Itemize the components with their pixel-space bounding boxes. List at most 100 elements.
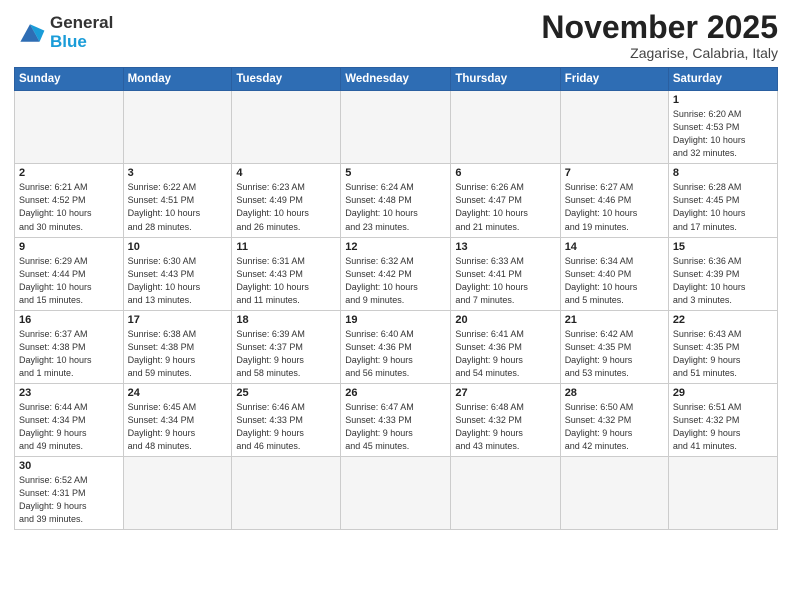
- subtitle: Zagarise, Calabria, Italy: [541, 45, 778, 61]
- calendar-cell: 28 Sunrise: 6:50 AM Sunset: 4:32 PM Dayli…: [560, 383, 668, 456]
- calendar-cell: 10Sunrise: 6:30 AM Sunset: 4:43 PM Dayli…: [123, 237, 232, 310]
- day-number: 4: [236, 167, 336, 179]
- calendar-cell: 20 Sunrise: 6:41 AM Sunset: 4:36 PM Dayli…: [451, 310, 560, 383]
- day-number: 29: [673, 387, 773, 399]
- day-number: 30: [19, 460, 119, 472]
- col-monday: Monday: [123, 68, 232, 91]
- day-info: Sunrise: 6:44 AM Sunset: 4:34 PM Dayligh…: [19, 401, 119, 453]
- calendar-cell: 26 Sunrise: 6:47 AM Sunset: 4:33 PM Dayli…: [341, 383, 451, 456]
- day-info: Sunrise: 6:46 AM Sunset: 4:33 PM Dayligh…: [236, 401, 336, 453]
- day-info: Sunrise: 6:28 AM Sunset: 4:45 PM Dayligh…: [673, 181, 773, 233]
- day-info: Sunrise: 6:29 AM Sunset: 4:44 PM Dayligh…: [19, 255, 119, 307]
- day-number: 18: [236, 314, 336, 326]
- day-info: Sunrise: 6:41 AM Sunset: 4:36 PM Dayligh…: [455, 328, 555, 380]
- day-info: Sunrise: 6:24 AM Sunset: 4:48 PM Dayligh…: [345, 181, 446, 233]
- calendar-week-2: 9 Sunrise: 6:29 AM Sunset: 4:44 PM Daylig…: [15, 237, 778, 310]
- day-number: 13: [455, 241, 555, 253]
- logo: General Blue: [14, 14, 113, 51]
- calendar-cell: [451, 457, 560, 530]
- day-info: Sunrise: 6:37 AM Sunset: 4:38 PM Dayligh…: [19, 328, 119, 380]
- day-number: 15: [673, 241, 773, 253]
- calendar-cell: 15 Sunrise: 6:36 AM Sunset: 4:39 PM Dayli…: [668, 237, 777, 310]
- day-info: Sunrise: 6:20 AM Sunset: 4:53 PM Dayligh…: [673, 108, 773, 160]
- day-info: Sunrise: 6:32 AM Sunset: 4:42 PM Dayligh…: [345, 255, 446, 307]
- calendar-cell: 22 Sunrise: 6:43 AM Sunset: 4:35 PM Dayli…: [668, 310, 777, 383]
- day-number: 1: [673, 94, 773, 106]
- calendar-cell: 8Sunrise: 6:28 AM Sunset: 4:45 PM Daylig…: [668, 164, 777, 237]
- logo-blue: Blue: [50, 32, 87, 51]
- calendar-cell: [232, 91, 341, 164]
- col-saturday: Saturday: [668, 68, 777, 91]
- calendar-cell: 9 Sunrise: 6:29 AM Sunset: 4:44 PM Daylig…: [15, 237, 124, 310]
- day-info: Sunrise: 6:45 AM Sunset: 4:34 PM Dayligh…: [128, 401, 228, 453]
- day-info: Sunrise: 6:40 AM Sunset: 4:36 PM Dayligh…: [345, 328, 446, 380]
- day-number: 26: [345, 387, 446, 399]
- calendar-cell: 19 Sunrise: 6:40 AM Sunset: 4:36 PM Dayli…: [341, 310, 451, 383]
- calendar-cell: 14 Sunrise: 6:34 AM Sunset: 4:40 PM Dayli…: [560, 237, 668, 310]
- weekday-row: Sunday Monday Tuesday Wednesday Thursday…: [15, 68, 778, 91]
- calendar-cell: 29Sunrise: 6:51 AM Sunset: 4:32 PM Dayli…: [668, 383, 777, 456]
- col-thursday: Thursday: [451, 68, 560, 91]
- calendar-cell: 24Sunrise: 6:45 AM Sunset: 4:34 PM Dayli…: [123, 383, 232, 456]
- calendar-cell: 13 Sunrise: 6:33 AM Sunset: 4:41 PM Dayli…: [451, 237, 560, 310]
- day-info: Sunrise: 6:48 AM Sunset: 4:32 PM Dayligh…: [455, 401, 555, 453]
- day-info: Sunrise: 6:47 AM Sunset: 4:33 PM Dayligh…: [345, 401, 446, 453]
- col-tuesday: Tuesday: [232, 68, 341, 91]
- day-number: 9: [19, 241, 119, 253]
- page: General Blue November 2025 Zagarise, Cal…: [0, 0, 792, 612]
- calendar-cell: [560, 457, 668, 530]
- calendar-cell: 18 Sunrise: 6:39 AM Sunset: 4:37 PM Dayli…: [232, 310, 341, 383]
- calendar-cell: 30 Sunrise: 6:52 AM Sunset: 4:31 PM Dayli…: [15, 457, 124, 530]
- calendar-cell: 3Sunrise: 6:22 AM Sunset: 4:51 PM Daylig…: [123, 164, 232, 237]
- calendar-body: 1 Sunrise: 6:20 AM Sunset: 4:53 PM Daylig…: [15, 91, 778, 530]
- month-title: November 2025: [541, 10, 778, 45]
- day-number: 19: [345, 314, 446, 326]
- day-info: Sunrise: 6:34 AM Sunset: 4:40 PM Dayligh…: [565, 255, 664, 307]
- calendar-week-4: 23 Sunrise: 6:44 AM Sunset: 4:34 PM Dayli…: [15, 383, 778, 456]
- day-number: 6: [455, 167, 555, 179]
- header: General Blue November 2025 Zagarise, Cal…: [14, 10, 778, 61]
- calendar-week-5: 30 Sunrise: 6:52 AM Sunset: 4:31 PM Dayli…: [15, 457, 778, 530]
- day-number: 12: [345, 241, 446, 253]
- day-number: 22: [673, 314, 773, 326]
- logo-icon: [14, 19, 46, 47]
- day-info: Sunrise: 6:52 AM Sunset: 4:31 PM Dayligh…: [19, 474, 119, 526]
- day-number: 17: [128, 314, 228, 326]
- day-info: Sunrise: 6:38 AM Sunset: 4:38 PM Dayligh…: [128, 328, 228, 380]
- day-number: 20: [455, 314, 555, 326]
- day-number: 14: [565, 241, 664, 253]
- calendar-cell: 4 Sunrise: 6:23 AM Sunset: 4:49 PM Daylig…: [232, 164, 341, 237]
- day-number: 23: [19, 387, 119, 399]
- day-info: Sunrise: 6:50 AM Sunset: 4:32 PM Dayligh…: [565, 401, 664, 453]
- calendar-cell: 5Sunrise: 6:24 AM Sunset: 4:48 PM Daylig…: [341, 164, 451, 237]
- calendar-cell: 27 Sunrise: 6:48 AM Sunset: 4:32 PM Dayli…: [451, 383, 560, 456]
- calendar-cell: [560, 91, 668, 164]
- calendar-cell: 11Sunrise: 6:31 AM Sunset: 4:43 PM Dayli…: [232, 237, 341, 310]
- day-info: Sunrise: 6:43 AM Sunset: 4:35 PM Dayligh…: [673, 328, 773, 380]
- calendar-cell: [668, 457, 777, 530]
- day-number: 27: [455, 387, 555, 399]
- day-info: Sunrise: 6:26 AM Sunset: 4:47 PM Dayligh…: [455, 181, 555, 233]
- day-number: 28: [565, 387, 664, 399]
- day-info: Sunrise: 6:36 AM Sunset: 4:39 PM Dayligh…: [673, 255, 773, 307]
- calendar-cell: [15, 91, 124, 164]
- col-wednesday: Wednesday: [341, 68, 451, 91]
- day-info: Sunrise: 6:23 AM Sunset: 4:49 PM Dayligh…: [236, 181, 336, 233]
- calendar-cell: [341, 457, 451, 530]
- calendar-cell: 7Sunrise: 6:27 AM Sunset: 4:46 PM Daylig…: [560, 164, 668, 237]
- calendar-week-1: 2Sunrise: 6:21 AM Sunset: 4:52 PM Daylig…: [15, 164, 778, 237]
- day-info: Sunrise: 6:42 AM Sunset: 4:35 PM Dayligh…: [565, 328, 664, 380]
- calendar-week-0: 1 Sunrise: 6:20 AM Sunset: 4:53 PM Daylig…: [15, 91, 778, 164]
- day-info: Sunrise: 6:33 AM Sunset: 4:41 PM Dayligh…: [455, 255, 555, 307]
- day-number: 25: [236, 387, 336, 399]
- calendar-cell: [341, 91, 451, 164]
- calendar-cell: 12 Sunrise: 6:32 AM Sunset: 4:42 PM Dayli…: [341, 237, 451, 310]
- logo-text: General Blue: [50, 14, 113, 51]
- calendar-cell: 1 Sunrise: 6:20 AM Sunset: 4:53 PM Daylig…: [668, 91, 777, 164]
- day-info: Sunrise: 6:39 AM Sunset: 4:37 PM Dayligh…: [236, 328, 336, 380]
- calendar-cell: 17 Sunrise: 6:38 AM Sunset: 4:38 PM Dayli…: [123, 310, 232, 383]
- calendar-cell: 2Sunrise: 6:21 AM Sunset: 4:52 PM Daylig…: [15, 164, 124, 237]
- day-info: Sunrise: 6:31 AM Sunset: 4:43 PM Dayligh…: [236, 255, 336, 307]
- day-number: 10: [128, 241, 228, 253]
- day-number: 7: [565, 167, 664, 179]
